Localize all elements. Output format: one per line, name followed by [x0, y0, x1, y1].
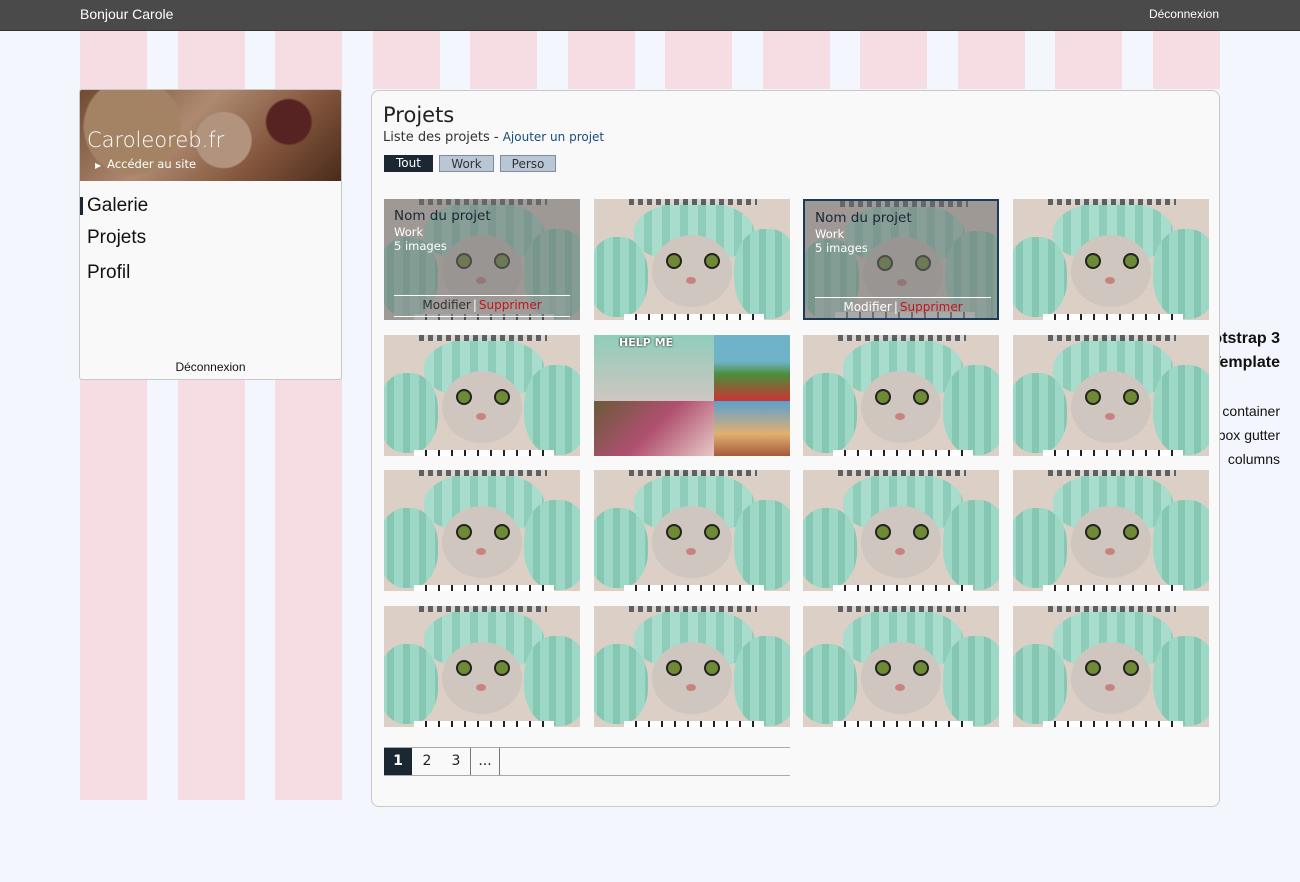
project-thumbnail [384, 470, 580, 591]
project-thumbnail [803, 470, 999, 591]
project-tile[interactable] [1013, 470, 1209, 591]
project-tile[interactable] [594, 606, 790, 727]
project-name: Nom du projet [394, 208, 491, 224]
grid-column [665, 31, 732, 89]
tile-actions: Modifier | Supprimer [815, 297, 991, 318]
project-thumbnail [594, 606, 790, 727]
project-tile[interactable] [384, 470, 580, 591]
active-nav-indicator [80, 197, 83, 215]
pagination-more[interactable]: ... [470, 748, 500, 775]
project-tile[interactable] [1013, 606, 1209, 727]
edit-project-link[interactable]: Modifier [422, 298, 471, 312]
sidebar-item-galerie[interactable]: Galerie [87, 195, 148, 217]
top-bar: Bonjour Carole Déconnexion [0, 0, 1300, 31]
projects-panel: Projets Liste des projets - Ajouter un p… [371, 90, 1220, 807]
project-thumbnail [594, 199, 790, 320]
project-thumbnail [384, 606, 580, 727]
project-thumbnail [594, 470, 790, 591]
tile-actions: Modifier | Supprimer [394, 295, 570, 317]
sidebar-logout-link[interactable]: Déconnexion [80, 360, 341, 374]
project-tile[interactable]: Nom du projet Work 5 images Modifier | Suppri… [803, 199, 999, 320]
page-title: Projets [383, 103, 455, 127]
grid-column [860, 31, 927, 89]
grid-column [568, 31, 635, 89]
project-thumbnail [1013, 199, 1209, 320]
project-tile[interactable] [384, 335, 580, 456]
delete-project-link[interactable]: Supprimer [900, 300, 963, 314]
project-type: Work [394, 225, 424, 239]
pagination-page[interactable]: 3 [442, 748, 470, 775]
pagination: 1 2 3... [384, 747, 790, 776]
grid-column [763, 31, 830, 89]
pagination-page[interactable]: 2 [413, 748, 441, 775]
delete-project-link[interactable]: Supprimer [479, 298, 542, 312]
tile-overlay: Nom du projet Work 5 images Modifier | Suppri… [384, 199, 580, 320]
grid-column [1153, 31, 1220, 89]
sidebar-item-profil[interactable]: Profil [87, 262, 130, 284]
grid-column [958, 31, 1025, 89]
project-thumbnail [384, 335, 580, 456]
project-tile[interactable] [1013, 199, 1209, 320]
tile-overlay: Nom du projet Work 5 images Modifier | Suppri… [805, 201, 997, 318]
project-tile[interactable] [384, 606, 580, 727]
grid-column [1055, 31, 1122, 89]
project-name: Nom du projet [815, 210, 912, 226]
pagination-page[interactable]: 1 [384, 748, 412, 775]
project-tile[interactable]: HELP ME [594, 335, 790, 456]
edit-project-link[interactable]: Modifier [843, 300, 892, 314]
add-project-link[interactable]: Ajouter un projet [503, 130, 604, 144]
grid-column [373, 31, 440, 89]
greeting-text: Bonjour Carole [80, 6, 174, 22]
project-tile[interactable] [803, 470, 999, 591]
sidebar-item-projets[interactable]: Projets [87, 227, 146, 249]
thumbnail-caption: HELP ME [619, 336, 674, 349]
actions-separator: | [472, 298, 477, 312]
project-thumbnail [803, 335, 999, 456]
sidebar: Caroleoreb.fr ▶ Accéder au site Galerie P… [79, 89, 342, 380]
logout-link[interactable]: Déconnexion [1149, 7, 1219, 21]
site-name: Caroleoreb.fr [87, 128, 225, 152]
filter-perso[interactable]: Perso [500, 155, 556, 172]
project-tile[interactable] [1013, 335, 1209, 456]
project-tile[interactable] [803, 606, 999, 727]
actions-separator: | [893, 300, 898, 314]
project-tile[interactable] [803, 335, 999, 456]
project-tile[interactable] [594, 470, 790, 591]
project-tile[interactable] [594, 199, 790, 320]
project-image-count: 5 images [394, 239, 447, 253]
project-thumbnail [1013, 335, 1209, 456]
project-thumbnail [1013, 470, 1209, 591]
project-image-count: 5 images [815, 241, 868, 255]
page-subtitle: Liste des projets - Ajouter un projet [383, 130, 604, 145]
project-thumbnail [803, 606, 999, 727]
subtitle-text: Liste des projets - [383, 130, 503, 145]
filter-work[interactable]: Work [439, 155, 494, 172]
visit-site-link[interactable]: ▶ Accéder au site [95, 157, 196, 171]
project-thumbnail [1013, 606, 1209, 727]
play-triangle-icon: ▶ [95, 161, 102, 170]
project-thumbnail: HELP ME [594, 335, 790, 456]
filter-tout[interactable]: Tout [384, 155, 433, 172]
project-tile[interactable]: Nom du projet Work 5 images Modifier | Suppri… [384, 199, 580, 320]
visit-site-label: Accéder au site [107, 157, 197, 171]
grid-column [470, 31, 537, 89]
project-type: Work [815, 227, 845, 241]
